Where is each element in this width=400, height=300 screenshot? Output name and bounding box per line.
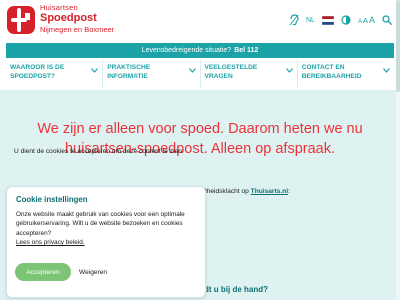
scrollbar-thumb[interactable] <box>396 0 400 92</box>
emergency-number[interactable]: Bel 112 <box>234 47 258 54</box>
cookie-actions: Accepteren Weigeren <box>15 263 107 281</box>
thuisarts-link[interactable]: Thuisarts.nl <box>251 188 288 195</box>
font-size-small[interactable]: A <box>358 19 362 25</box>
spoedpost-logo-icon[interactable] <box>6 5 36 35</box>
nav-item-label: VEELGESTELDE VRAGEN <box>204 64 258 80</box>
cookie-dialog: Cookie instellingen Onze website maakt g… <box>6 186 206 298</box>
font-size-controls[interactable]: A A A <box>358 15 375 25</box>
nav-item-label: WAAROOR IS DE SPOEDPOST? <box>10 64 65 80</box>
emergency-text: Levensbedreigende situatie? <box>141 47 232 54</box>
decline-cookies-button[interactable]: Weigeren <box>79 269 107 276</box>
nav-item-spoedpost[interactable]: WAAROOR IS DE SPOEDPOST? <box>6 60 104 88</box>
chevron-down-icon <box>383 68 390 73</box>
dutch-flag-icon[interactable] <box>321 15 334 25</box>
brand-name: Spoedpost <box>40 11 97 24</box>
nav-item-contact[interactable]: CONTACT EN BEREIKBAARHEID <box>298 60 394 88</box>
font-size-large[interactable]: A <box>369 15 375 25</box>
chevron-down-icon <box>188 68 196 73</box>
nav-item-label: CONTACT EN BEREIKBAARHEID <box>301 64 362 80</box>
section-heading: dt u bij de hand? <box>204 285 268 294</box>
brand-sub: Nijmegen en Boxmeer <box>40 24 115 34</box>
language-code[interactable]: NL <box>306 17 315 24</box>
brand-text[interactable]: Huisartsen Spoedpost Nijmegen en Boxmeer <box>40 4 114 33</box>
chevron-down-icon <box>91 68 99 73</box>
complaint-suffix: : <box>288 188 290 195</box>
search-icon[interactable] <box>382 15 392 25</box>
nav-item-praktische-informatie[interactable]: PRAKTISCHE INFORMATIE <box>103 60 201 88</box>
emergency-banner[interactable]: Levensbedreigende situatie? Bel 112 <box>6 43 394 58</box>
chevron-down-icon <box>285 68 293 73</box>
nav-item-veelgestelde-vragen[interactable]: VEELGESTELDE VRAGEN <box>201 60 298 88</box>
privacy-policy-link[interactable]: Lees ons privacy beleid. <box>16 239 196 246</box>
scrollbar[interactable] <box>396 0 400 300</box>
cookie-title: Cookie instellingen <box>16 195 88 204</box>
font-size-medium[interactable]: A <box>363 16 368 25</box>
utility-bar: NL A A A <box>289 13 392 27</box>
contrast-icon[interactable] <box>341 15 351 25</box>
complaint-text: dheidsklacht op Thuisarts.nl: <box>203 188 290 195</box>
accept-cookies-button[interactable]: Accepteren <box>15 263 71 281</box>
cookie-content-notice: U dient de cookies te accepteren om deze… <box>14 148 184 155</box>
nav-item-label: PRAKTISCHE INFORMATIE <box>107 64 151 80</box>
complaint-prefix: dheidsklacht op <box>203 188 249 195</box>
main-navigation: WAAROOR IS DE SPOEDPOST? PRAKTISCHE INFO… <box>6 60 394 88</box>
cookie-body: Onze website maakt gebruik van cookies v… <box>16 211 185 237</box>
site-header: Huisartsen Spoedpost Nijmegen en Boxmeer… <box>0 0 400 42</box>
hearing-icon[interactable] <box>289 14 299 26</box>
brand-top: Huisartsen <box>40 3 78 12</box>
